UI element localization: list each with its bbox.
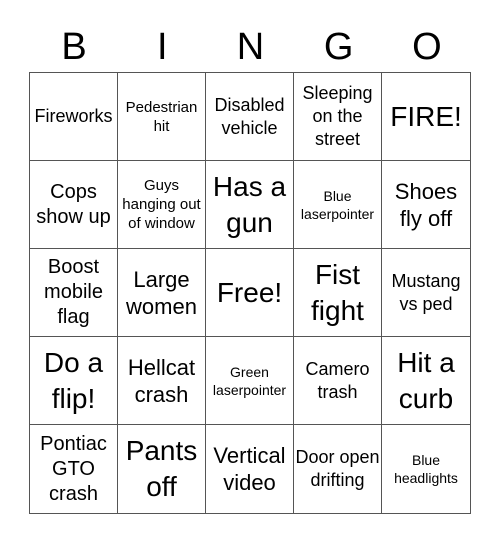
- bingo-cell-label: Pedestrian hit: [125, 98, 198, 135]
- bingo-cell[interactable]: Pontiac GTO crash: [30, 425, 118, 513]
- bingo-cell-label: Hellcat crash: [127, 354, 196, 407]
- bingo-cell[interactable]: Shoes fly off: [382, 161, 470, 249]
- bingo-cell[interactable]: Blue headlights: [382, 425, 470, 513]
- header-letter-o: O: [412, 26, 442, 68]
- bingo-cell[interactable]: Blue laserpointer: [294, 161, 382, 249]
- bingo-cell[interactable]: Hit a curb: [382, 337, 470, 425]
- bingo-cell[interactable]: Fireworks: [30, 73, 118, 161]
- bingo-cell-label: Fist fight: [311, 258, 364, 326]
- bingo-cell-label: Guys hanging out of window: [122, 177, 201, 232]
- header-letter-g: G: [323, 26, 354, 68]
- bingo-cell-label: Blue headlights: [394, 452, 458, 486]
- bingo-cell[interactable]: Has a gun: [206, 161, 294, 249]
- bingo-cell[interactable]: Mustang vs ped: [382, 249, 470, 337]
- bingo-cell[interactable]: Pedestrian hit: [118, 73, 206, 161]
- bingo-grid: Fireworks Pedestrian hit Disabled vehicle S…: [29, 72, 471, 514]
- bingo-cell[interactable]: Boost mobile flag: [30, 249, 118, 337]
- bingo-cell-label: Vertical video: [213, 443, 286, 495]
- bingo-cell-label: Door open drifting: [295, 447, 380, 490]
- bingo-cell[interactable]: Do a flip!: [30, 337, 118, 425]
- bingo-cell-label: Shoes fly off: [394, 178, 458, 231]
- bingo-cell-label: Free!: [216, 276, 283, 308]
- bingo-cell[interactable]: Door open drifting: [294, 425, 382, 513]
- header-letter-b: B: [61, 26, 87, 68]
- bingo-cell-label: FIRE!: [390, 100, 462, 132]
- bingo-cell-label: Green laserpointer: [212, 363, 287, 398]
- bingo-cell[interactable]: Camero trash: [294, 337, 382, 425]
- bingo-cell[interactable]: Cops show up: [30, 161, 118, 249]
- bingo-cell-label: Do a flip!: [43, 346, 104, 414]
- bingo-cell[interactable]: Fist fight: [294, 249, 382, 337]
- bingo-cell[interactable]: Guys hanging out of window: [118, 161, 206, 249]
- bingo-cell[interactable]: Sleeping on the street: [294, 73, 382, 161]
- bingo-cell-label: Mustang vs ped: [391, 270, 461, 314]
- bingo-cell-label: Blue laserpointer: [300, 187, 375, 222]
- header-letter-n: N: [236, 26, 265, 68]
- bingo-cell-label: Large women: [126, 266, 197, 319]
- bingo-cell-label: Pants off: [125, 435, 198, 502]
- bingo-cell-label: Pontiac GTO crash: [40, 432, 107, 505]
- bingo-cell[interactable]: Disabled vehicle: [206, 73, 294, 161]
- bingo-cell-label: Camero trash: [305, 358, 370, 402]
- bingo-cell[interactable]: Green laserpointer: [206, 337, 294, 425]
- bingo-cell[interactable]: Vertical video: [206, 425, 294, 513]
- bingo-cell-label: Sleeping on the street: [302, 83, 373, 149]
- bingo-cell-label: Cops show up: [36, 180, 111, 228]
- header-letter-i: I: [157, 26, 168, 68]
- bingo-cell-label: Fireworks: [34, 106, 113, 126]
- bingo-cell-label: Hit a curb: [397, 346, 455, 414]
- bingo-cell[interactable]: Large women: [118, 249, 206, 337]
- bingo-cell[interactable]: Hellcat crash: [118, 337, 206, 425]
- bingo-cell[interactable]: Pants off: [118, 425, 206, 513]
- bingo-header: B I N G O: [30, 22, 471, 72]
- bingo-cell-label: Boost mobile flag: [44, 256, 103, 328]
- bingo-cell[interactable]: Free!: [206, 249, 294, 337]
- bingo-cell-label: Has a gun: [212, 170, 287, 238]
- bingo-cell[interactable]: FIRE!: [382, 73, 470, 161]
- bingo-cell-label: Disabled vehicle: [214, 94, 285, 138]
